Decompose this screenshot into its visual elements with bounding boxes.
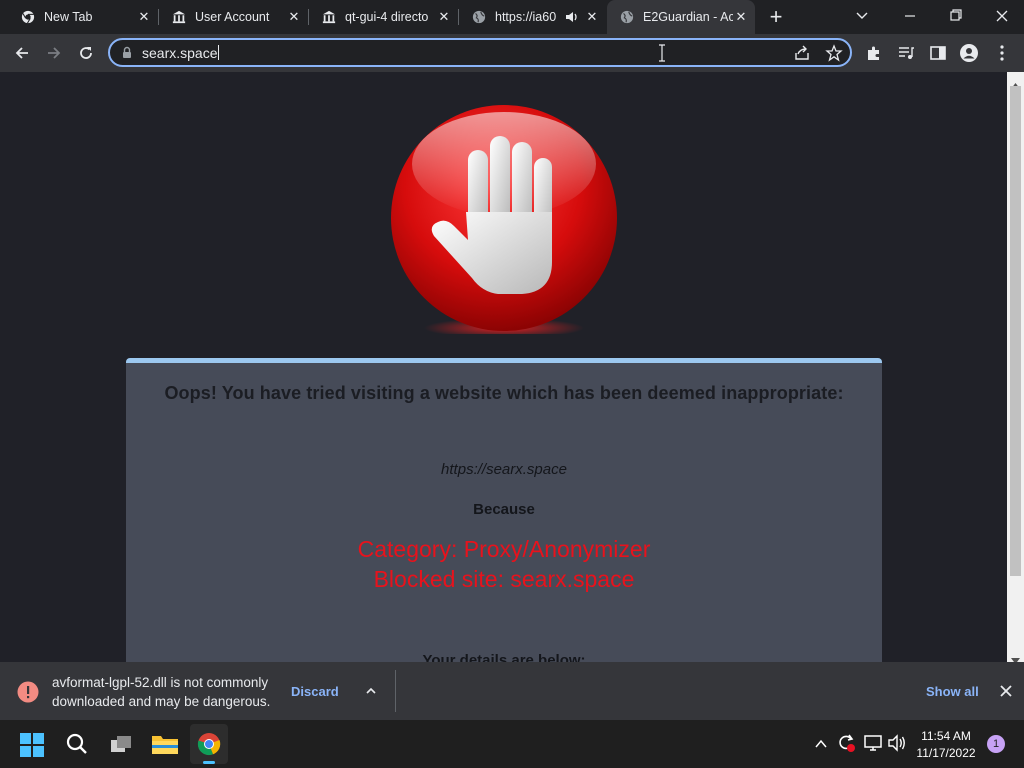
close-window-button[interactable] [990,6,1014,26]
page-scrollbar[interactable] [1007,72,1024,664]
tab-e2guardian[interactable]: E2Guardian - Ac ✕ [607,0,755,34]
url-text: searx.space [142,45,218,61]
file-explorer-icon[interactable] [151,732,179,761]
scrollbar-thumb[interactable] [1010,86,1021,576]
share-icon[interactable] [793,45,811,66]
web-page-content: Oops! You have tried visiting a website … [0,72,1007,662]
clock-time[interactable]: 11:54 AM [910,729,982,743]
tab-title: User Account [195,10,270,24]
discard-button[interactable]: Discard [291,684,339,699]
profile-avatar[interactable] [955,39,983,67]
tab-title: qt-gui-4 directo [345,10,429,24]
windows-taskbar: 11:54 AM 11/17/2022 1 [0,720,1024,768]
task-view-icon[interactable] [109,732,135,761]
close-icon[interactable]: ✕ [286,9,302,25]
tab-user-account[interactable]: User Account ✕ [159,0,308,34]
side-panel-button[interactable] [924,39,952,67]
bookmark-star-icon[interactable] [825,44,843,67]
lock-icon[interactable] [121,46,133,65]
stop-hand-icon [386,102,622,338]
block-category: Category: Proxy/Anonymizer [357,536,651,562]
tab-title: E2Guardian - Ac [643,10,733,24]
new-tab-button[interactable]: + [764,5,788,29]
tab-strip: New Tab ✕ User Account ✕ qt-gui-4 direct… [0,0,1024,34]
close-icon[interactable]: ✕ [733,9,749,25]
block-heading: Oops! You have tried visiting a website … [164,383,844,403]
close-icon[interactable]: ✕ [584,9,600,25]
sync-alert-icon[interactable] [836,733,856,758]
minimize-button[interactable] [898,6,922,26]
clock-date[interactable]: 11/17/2022 [910,746,982,760]
notification-count: 1 [992,738,1000,750]
text-caret [218,45,220,60]
text-cursor-icon [658,44,666,67]
show-all-button[interactable]: Show all [926,684,979,699]
download-divider [395,670,396,712]
institution-icon [321,9,337,25]
because-label: Because [473,501,535,518]
download-options-chevron-icon[interactable] [364,684,378,702]
chrome-icon [20,9,36,25]
menu-dots-icon[interactable] [988,39,1016,67]
speaker-icon[interactable] [564,9,580,25]
address-bar-input[interactable]: searx.space [142,45,220,61]
tab-new-tab[interactable]: New Tab ✕ [8,0,158,34]
search-icon[interactable] [65,732,89,761]
institution-icon [171,9,187,25]
extensions-button[interactable] [860,39,888,67]
download-warning-line1: avformat-lgpl-52.dll is not commonly [52,675,269,690]
download-warning-line2: downloaded and may be dangerous. [52,694,271,709]
tab-qt-gui-directory[interactable]: qt-gui-4 directo ✕ [309,0,458,34]
globe-icon [619,9,635,25]
details-heading: Your details are below: [422,652,586,662]
media-control-button[interactable] [892,39,920,67]
chrome-icon [197,732,221,761]
address-bar[interactable]: searx.space [108,38,852,67]
chrome-taskbar-button[interactable] [190,724,228,764]
notification-badge[interactable]: 1 [987,735,1005,753]
reload-button[interactable] [72,39,100,67]
active-app-indicator [203,761,215,764]
close-download-bar-icon[interactable] [999,684,1013,703]
tab-title: https://ia60 [495,10,557,24]
danger-alert-icon [17,681,39,708]
blocked-url: https://searx.space [441,461,567,478]
tab-ia60[interactable]: https://ia60 ✕ [459,0,606,34]
browser-toolbar: searx.space [0,34,1024,72]
network-icon[interactable] [863,734,883,757]
volume-icon[interactable] [887,734,907,757]
tab-search-chevron-icon[interactable] [852,8,872,24]
tab-title: New Tab [44,10,93,24]
close-icon[interactable]: ✕ [136,9,152,25]
windows-start-icon[interactable] [20,733,44,762]
system-tray-chevron-icon[interactable] [814,737,828,755]
block-message-panel: Oops! You have tried visiting a website … [126,358,882,662]
close-icon[interactable]: ✕ [436,9,452,25]
back-button[interactable] [8,39,36,67]
restore-button[interactable] [944,6,968,26]
forward-button[interactable] [40,39,68,67]
blocked-site: Blocked site: searx.space [373,566,635,592]
globe-icon [471,9,487,25]
download-bar: avformat-lgpl-52.dll is not commonly dow… [0,662,1024,720]
